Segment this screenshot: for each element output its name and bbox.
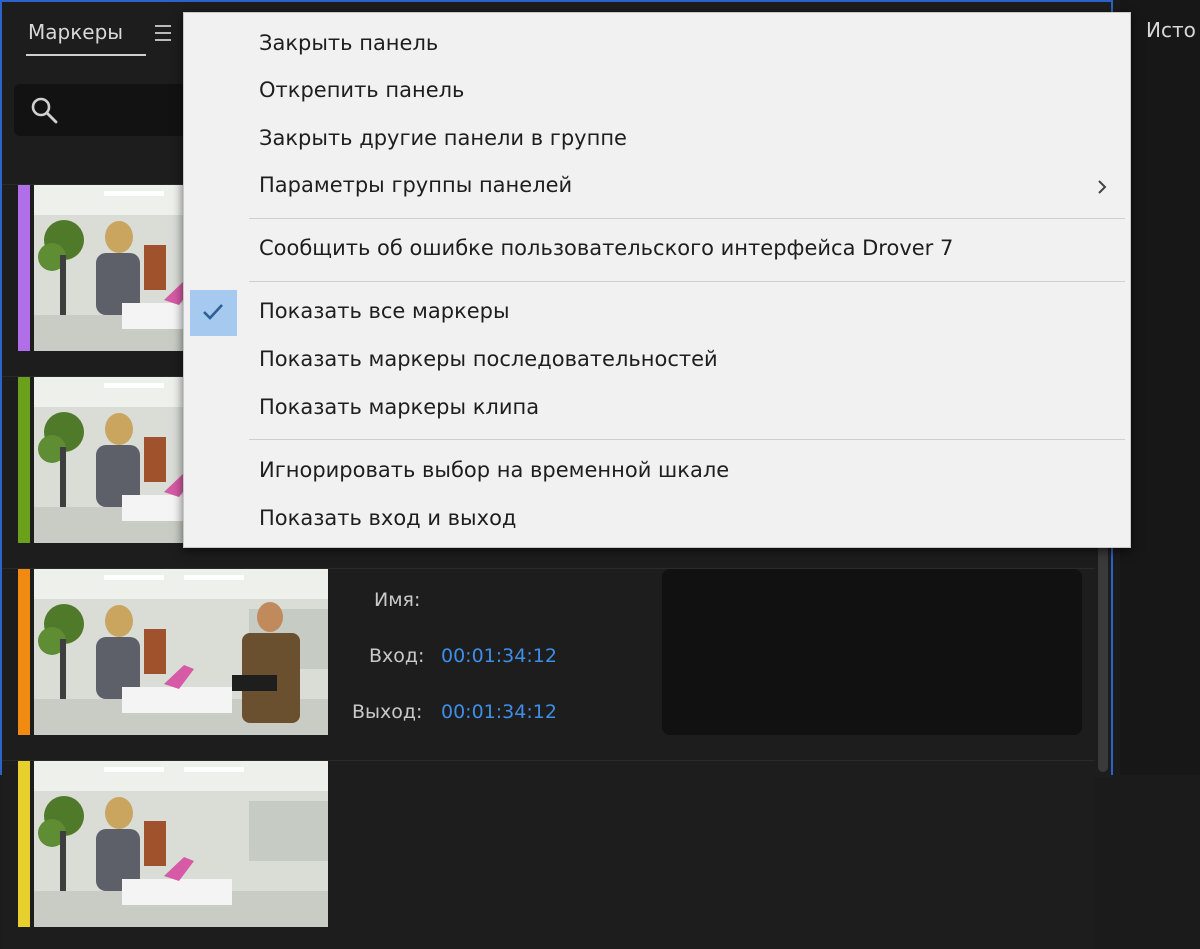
- marker-color-swatch: [18, 185, 30, 351]
- menu-item-show-in-out[interactable]: Показать вход и выход: [184, 497, 1130, 543]
- menu-item-show-clip-markers[interactable]: Показать маркеры клипа: [184, 386, 1130, 432]
- marker-out-label: Выход:: [352, 701, 423, 723]
- menu-item-close-other-panels[interactable]: Закрыть другие панели в группе: [184, 117, 1130, 163]
- menu-item-label: Сообщить об ошибке пользовательского инт…: [259, 236, 954, 260]
- menu-item-label: Показать маркеры последовательностей: [259, 347, 718, 371]
- menu-item-show-sequence-markers[interactable]: Показать маркеры последовательностей: [184, 338, 1130, 384]
- menu-separator: [249, 439, 1125, 440]
- marker-row[interactable]: Имя: Вход: 00:01:34:12 Выход: 00:01:34:1…: [2, 568, 1095, 757]
- tab-history[interactable]: Исто: [1146, 18, 1196, 42]
- marker-thumbnail: [34, 761, 328, 927]
- menu-item-label: Показать все маркеры: [259, 299, 510, 323]
- chevron-right-icon: [1098, 180, 1107, 194]
- marker-row[interactable]: [2, 760, 1095, 949]
- menu-item-label: Открепить панель: [259, 78, 465, 102]
- marker-thumbnail: [34, 569, 328, 735]
- menu-item-show-all-markers[interactable]: Показать все маркеры: [184, 290, 1130, 336]
- menu-check-indicator: [190, 290, 237, 336]
- menu-item-label: Закрыть другие панели в группе: [259, 126, 627, 150]
- checkmark-icon: [203, 304, 223, 320]
- tab-markers[interactable]: Маркеры: [28, 20, 123, 44]
- menu-separator: [249, 218, 1125, 219]
- menu-item-label: Игнорировать выбор на временной шкале: [259, 458, 730, 482]
- menu-item-label: Показать маркеры клипа: [259, 395, 540, 419]
- marker-name-label: Имя:: [374, 589, 421, 611]
- menu-item-report-ui-bug[interactable]: Сообщить об ошибке пользовательского инт…: [184, 227, 1130, 273]
- marker-comment-field[interactable]: [662, 569, 1082, 735]
- menu-item-label: Закрыть панель: [259, 31, 439, 55]
- menu-separator: [249, 281, 1125, 282]
- menu-item-label: Показать вход и выход: [259, 506, 517, 530]
- menu-item-panel-group-settings[interactable]: Параметры группы панелей: [184, 164, 1130, 210]
- search-icon: [31, 97, 58, 124]
- marker-info: Имя: Вход: 00:01:34:12 Выход: 00:01:34:1…: [347, 569, 647, 735]
- panel-context-menu: Закрыть панель Открепить панель Закрыть …: [183, 12, 1131, 548]
- menu-item-undock-panel[interactable]: Открепить панель: [184, 69, 1130, 115]
- marker-out-timecode[interactable]: 00:01:34:12: [441, 701, 557, 723]
- marker-color-swatch: [18, 761, 30, 927]
- marker-color-swatch: [18, 569, 30, 735]
- hamburger-menu-icon[interactable]: [152, 20, 174, 46]
- menu-item-ignore-timeline-selection[interactable]: Игнорировать выбор на временной шкале: [184, 449, 1130, 495]
- menu-item-label: Параметры группы панелей: [259, 173, 573, 197]
- marker-in-label: Вход:: [369, 645, 425, 667]
- menu-item-close-panel[interactable]: Закрыть панель: [184, 22, 1130, 68]
- active-tab-underline: [26, 54, 146, 56]
- history-panel: Исто: [1120, 0, 1200, 775]
- marker-in-timecode[interactable]: 00:01:34:12: [441, 645, 557, 667]
- marker-color-swatch: [18, 377, 30, 543]
